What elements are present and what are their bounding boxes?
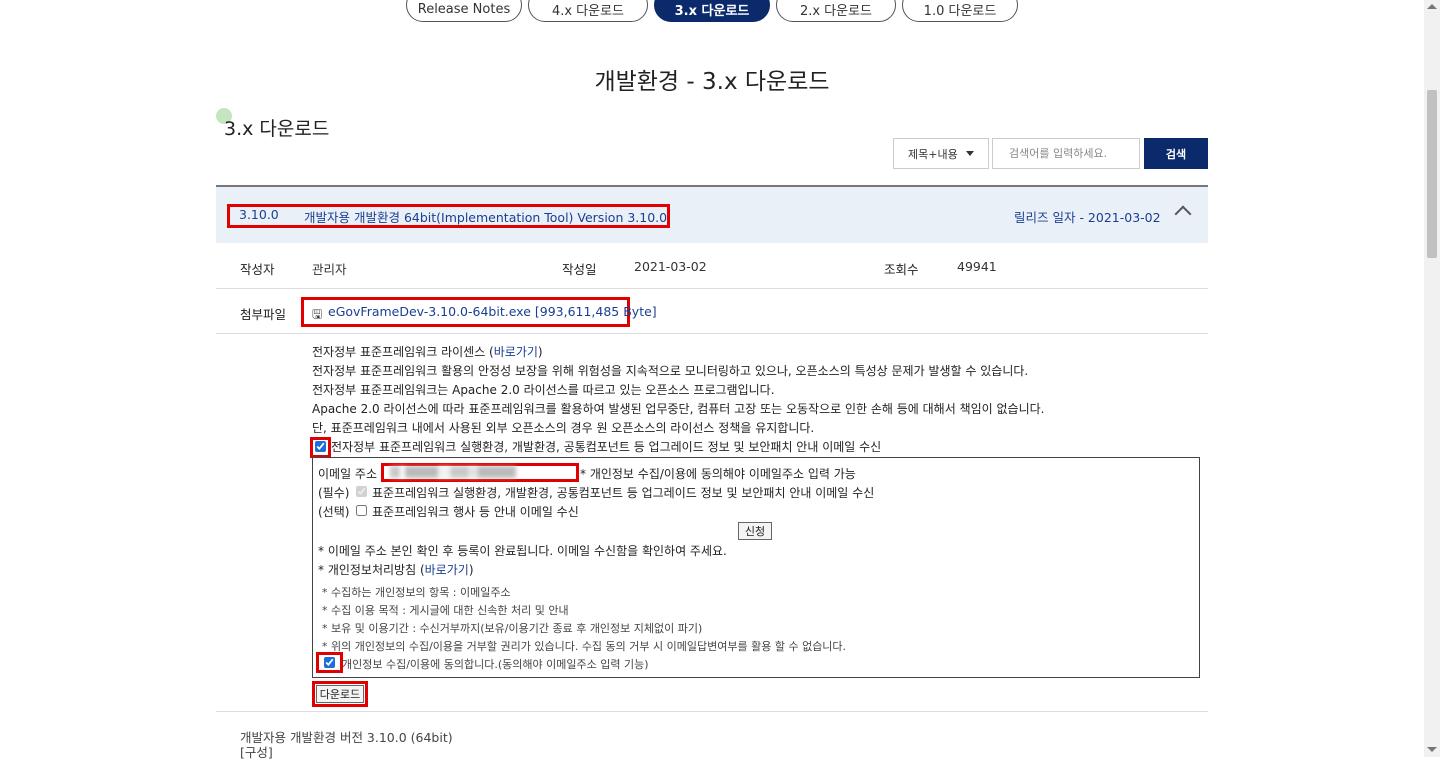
- optional-prefix: (선택): [318, 505, 350, 519]
- release-date: 릴리즈 일자 - 2021-03-02: [1014, 210, 1161, 225]
- search-input[interactable]: [992, 138, 1140, 169]
- tab-2x-download[interactable]: 2.x 다운로드: [776, 0, 896, 22]
- section-title: 3.x 다운로드: [224, 118, 330, 140]
- scroll-down-icon[interactable]: [1427, 747, 1437, 752]
- license-text: 전자정부 표준프레임워크 라이센스 (: [312, 345, 494, 359]
- optional-checkbox[interactable]: [356, 505, 367, 516]
- privacy-text: * 개인정보처리방침 (: [318, 563, 425, 577]
- privacy-link[interactable]: 바로가기: [425, 563, 469, 577]
- divider: [216, 711, 1208, 712]
- floppy-disk-icon: 🖫: [312, 307, 323, 321]
- date-label: 작성일: [562, 262, 597, 277]
- release-title[interactable]: 개발자용 개발환경 64bit(Implementation Tool) Ver…: [304, 207, 667, 226]
- author-label: 작성자: [240, 262, 275, 277]
- search-type-select[interactable]: 제목+내용: [893, 138, 989, 169]
- attachment-file-link[interactable]: eGovFrameDev-3.10.0-64bit.exe [993,611,4…: [328, 304, 657, 319]
- optional-label: 표준프레임워크 행사 등 안내 이메일 수신: [372, 505, 579, 519]
- views-value: 49941: [957, 259, 997, 274]
- privacy-item: * 위의 개인정보의 수집/이용을 거부할 권리가 있습니다. 수집 동의 거부…: [322, 640, 847, 653]
- agree-checkbox[interactable]: [324, 657, 335, 668]
- license-line-1: 전자정부 표준프레임워크 라이센스 (바로가기): [312, 343, 543, 362]
- privacy-text-close: ): [468, 563, 474, 577]
- email-input[interactable]: [390, 466, 516, 478]
- search-type-label: 제목+내용: [908, 147, 958, 161]
- tab-4x-download[interactable]: 4.x 다운로드: [528, 0, 648, 22]
- license-line-5: 단, 표준프레임워크 내에서 사용된 외부 오픈소스의 경우 원 오픈소스의 라…: [312, 421, 815, 435]
- date-value: 2021-03-02: [634, 259, 707, 274]
- search-button[interactable]: 검색: [1144, 138, 1208, 169]
- scroll-up-icon[interactable]: [1427, 4, 1437, 9]
- required-checkbox[interactable]: [356, 486, 367, 497]
- required-label: 표준프레임워크 실행환경, 개발환경, 공통컴포넌트 등 업그레이드 정보 및 …: [372, 486, 875, 500]
- views-label: 조회수: [884, 262, 919, 277]
- chevron-down-icon: [966, 151, 974, 156]
- privacy-line: * 개인정보처리방침 (바로가기): [318, 561, 474, 578]
- apply-button[interactable]: 신청: [738, 522, 772, 540]
- license-text-close: ): [537, 345, 543, 359]
- divider: [216, 288, 1208, 289]
- license-line-4: Apache 2.0 라이선스에 따라 표준프레임워크를 활용하여 발생된 업무…: [312, 402, 1045, 416]
- attachment-label: 첨부파일: [240, 307, 287, 322]
- required-prefix: (필수): [318, 486, 350, 500]
- privacy-item: * 수집 이용 목적 : 게시글에 대한 신속한 처리 및 안내: [322, 604, 569, 617]
- tab-release-notes[interactable]: Release Notes: [406, 0, 522, 22]
- tab-3x-download[interactable]: 3.x 다운로드: [654, 0, 770, 22]
- subscribe-label: 전자정부 표준프레임워크 실행환경, 개발환경, 공통컴포넌트 등 업그레이드 …: [331, 440, 882, 454]
- download-button[interactable]: 다운로드: [316, 685, 364, 703]
- tab-1x-download[interactable]: 1.0 다운로드: [902, 0, 1018, 22]
- release-version[interactable]: 3.10.0: [239, 207, 279, 222]
- scrollbar-thumb[interactable]: [1427, 90, 1437, 258]
- email-label: 이메일 주소 :: [318, 467, 385, 481]
- license-line-2: 전자정부 표준프레임워크 활용의 안정성 보장을 위해 위험성을 지속적으로 모…: [312, 364, 1029, 378]
- subscribe-checkbox[interactable]: [315, 441, 326, 452]
- author-value: 관리자: [312, 262, 347, 277]
- agree-label: 개인정보 수집/이용에 동의합니다.(동의해야 이메일주소 입력 기능): [342, 658, 649, 671]
- privacy-item: * 보유 및 이용기간 : 수신거부까지(보유/이용기간 종료 후 개인정보 지…: [322, 622, 703, 635]
- description-line-2: [구성]: [240, 745, 273, 760]
- license-line-3: 전자정부 표준프레임워크는 Apache 2.0 라이선스를 따르고 있는 오픈…: [312, 383, 775, 397]
- license-link[interactable]: 바로가기: [494, 345, 538, 359]
- privacy-item: * 수집하는 개인정보의 항목 : 이메일주소: [322, 586, 511, 599]
- divider: [216, 333, 1208, 334]
- email-note: * 개인정보 수집/이용에 동의해야 이메일주소 입력 가능: [580, 467, 856, 481]
- page-title: 개발환경 - 3.x 다운로드: [594, 69, 830, 95]
- confirm-note: * 이메일 주소 본인 확인 후 등록이 완료됩니다. 이메일 수신함을 확인하…: [318, 544, 727, 558]
